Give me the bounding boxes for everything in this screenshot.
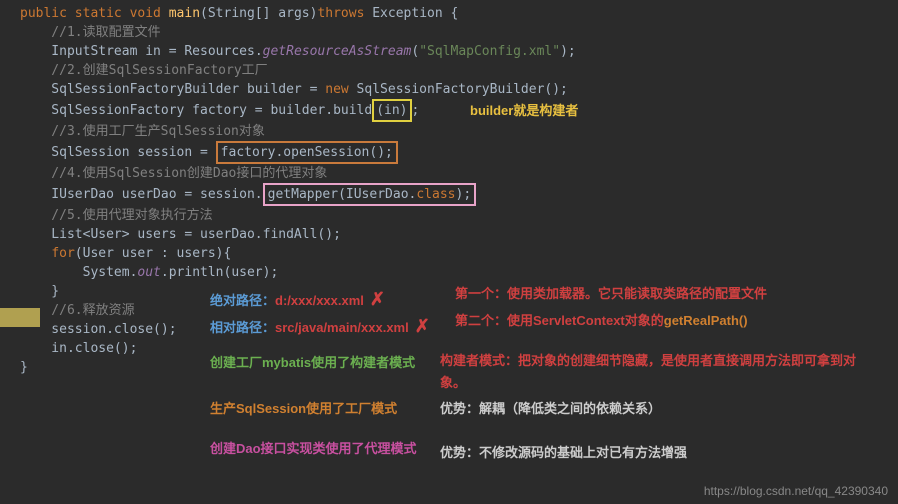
highlight-box-getmapper: getMapper(IUserDao.class);: [263, 183, 477, 206]
keyword: throws: [317, 6, 364, 21]
code-line: //6.释放资源: [20, 301, 878, 320]
highlight-box-in: (in): [372, 99, 411, 122]
text: Exception {: [364, 6, 458, 21]
keyword: class: [416, 187, 455, 202]
annotation-session-factory: 生产SqlSession使用了工厂模式: [210, 398, 397, 417]
annotation-first: 第一个：使用类加载器。它只能读取类路径的配置文件: [455, 283, 767, 302]
annotation-builder-pattern: 构建者模式：把对象的创建细节隐藏，是使用者直接调用方法即可拿到对象。: [440, 350, 870, 394]
method: getResourceAsStream: [263, 44, 412, 59]
text: (User user : users){: [75, 246, 232, 261]
annotation-abs-path-label: 绝对路径：d:/xxx/xxx.xml✗: [210, 289, 385, 310]
cross-icon: ✗: [415, 316, 430, 336]
highlight-box-opensession: factory.openSession();: [216, 141, 398, 164]
ext: .xml: [338, 293, 364, 308]
code-line: IUserDao userDao = session.getMapper(IUs…: [20, 183, 878, 206]
code-line: //2.创建SqlSessionFactory工厂: [20, 61, 878, 80]
text: }: [20, 284, 59, 299]
code-line: //1.读取配置文件: [20, 23, 878, 42]
dot: .: [255, 44, 263, 59]
text: .println(user);: [161, 265, 278, 280]
annotation-rel-path-label: 相对路径：src/java/main/xxx.xml✗: [210, 316, 430, 337]
path-value: src/java/main/xxx: [275, 320, 383, 335]
field: out: [137, 265, 160, 280]
text: SqlSessionFactoryBuilder builder =: [20, 82, 325, 97]
code-line: SqlSession session = factory.openSession…: [20, 141, 878, 164]
comment: //5.使用代理对象执行方法: [20, 208, 213, 223]
keyword: for: [51, 246, 74, 261]
text: SqlSessionFactory factory = builder.buil…: [20, 103, 372, 118]
code-line: //4.使用SqlSession创建Dao接口的代理对象: [20, 164, 878, 183]
text: ;: [412, 103, 420, 118]
method: main: [161, 6, 200, 21]
ext: .xml: [383, 320, 409, 335]
gutter-highlight: [0, 308, 40, 327]
text: factory.openSession();: [221, 145, 393, 160]
text: }: [20, 360, 28, 375]
code-line: System.out.println(user);: [20, 263, 878, 282]
comment: //3.使用工厂生产SqlSession对象: [20, 124, 265, 139]
text: );: [560, 44, 576, 59]
comment: //2.创建SqlSessionFactory工厂: [20, 63, 268, 78]
annotation-dao-proxy: 创建Dao接口实现类使用了代理模式: [210, 436, 420, 462]
code-line: for(User user : users){: [20, 244, 878, 263]
param: (in): [376, 103, 407, 118]
code-line: List<User> users = userDao.findAll();: [20, 225, 878, 244]
params: (String[] args): [200, 6, 317, 21]
text: List<User> users = userDao.findAll();: [20, 227, 341, 242]
path-value: d:/xxx/xxx: [275, 293, 338, 308]
text: in.close();: [20, 341, 137, 356]
code-editor[interactable]: public static void main(String[] args)th…: [0, 0, 898, 381]
code-line: session.close();: [20, 320, 878, 339]
annotation-factory-builder: 创建工厂mybatis使用了构建者模式: [210, 352, 415, 371]
text: (: [411, 44, 419, 59]
watermark: https://blog.csdn.net/qq_42390340: [704, 484, 888, 498]
annotation-second: 第二个：使用ServletContext对象的getRealPath(): [455, 310, 748, 329]
text: System.: [20, 265, 137, 280]
code-line: //3.使用工厂生产SqlSession对象: [20, 122, 878, 141]
code-line: //5.使用代理对象执行方法: [20, 206, 878, 225]
text: InputStream in = Resources: [20, 44, 255, 59]
annotation-builder: builder就是构建者: [470, 100, 578, 119]
text: SqlSession session =: [20, 145, 216, 160]
text: SqlSessionFactoryBuilder();: [349, 82, 568, 97]
cross-icon: ✗: [370, 289, 385, 309]
keyword: new: [325, 82, 348, 97]
code-line: SqlSessionFactory factory = builder.buil…: [20, 99, 878, 122]
annotation-proxy-adv: 优势：不修改源码的基础上对已有方法增强: [440, 442, 687, 461]
annotation-factory-adv: 优势：解耦（降低类之间的依赖关系）: [440, 398, 661, 417]
text: session.close();: [20, 322, 177, 337]
comment: //1.读取配置文件: [20, 25, 161, 40]
code-line: SqlSessionFactoryBuilder builder = new S…: [20, 80, 878, 99]
code-line: InputStream in = Resources.getResourceAs…: [20, 42, 878, 61]
keyword: public static void: [20, 6, 161, 21]
comment: //4.使用SqlSession创建Dao接口的代理对象: [20, 166, 327, 181]
string: "SqlMapConfig.xml": [419, 44, 560, 59]
code-line: public static void main(String[] args)th…: [20, 4, 878, 23]
text: IUserDao userDao = session.: [20, 187, 263, 202]
